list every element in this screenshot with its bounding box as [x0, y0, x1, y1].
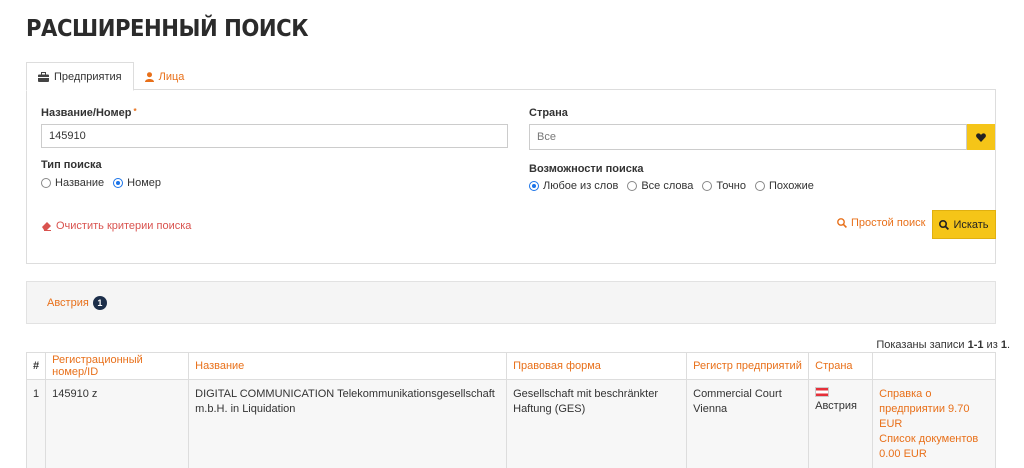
cell-country: Австрия	[808, 379, 874, 468]
column-header-reg-number[interactable]: Регистрационный номер/ID	[45, 352, 190, 380]
heart-dropdown-icon	[976, 132, 986, 142]
radio-button-selected[interactable]	[113, 178, 124, 188]
search-options-radios: Любое из слов Все слова Точно Похожие	[529, 180, 814, 192]
search-type-option-number[interactable]: Номер	[113, 177, 161, 189]
search-option-similar[interactable]: Похожие	[755, 180, 814, 192]
country-select[interactable]: Все	[529, 124, 967, 150]
column-header-name[interactable]: Название	[188, 352, 508, 380]
search-options-label: Возможности поиска	[529, 163, 644, 175]
tab-persons-label: Лица	[158, 70, 185, 83]
tab-enterprises[interactable]: Предприятия	[26, 62, 134, 91]
page-title: РАСШИРЕННЫЙ ПОИСК	[26, 16, 309, 42]
search-type-option-name[interactable]: Название	[41, 177, 104, 189]
results-count: Показаны записи 1-1 из 1.	[876, 339, 1010, 351]
search-tabs: Предприятия Лица	[26, 62, 196, 91]
column-header-registry[interactable]: Регистр предприятий	[686, 352, 810, 380]
search-option-all-words[interactable]: Все слова	[627, 180, 693, 192]
document-list-link[interactable]: Список документов 0.00 EUR	[879, 432, 989, 462]
column-header-country[interactable]: Страна	[808, 352, 874, 380]
radio-button[interactable]	[627, 181, 638, 191]
clear-criteria-link[interactable]: Очистить критерии поиска	[41, 220, 191, 232]
cell-index: 1	[25, 379, 47, 468]
table-header-row: # Регистрационный номер/ID Название Прав…	[25, 352, 996, 380]
name-number-input[interactable]: 145910	[41, 124, 508, 148]
required-mark: *	[133, 107, 137, 116]
column-header-legal-form[interactable]: Правовая форма	[506, 352, 688, 380]
search-button[interactable]: Искать	[932, 210, 996, 239]
cell-actions: Справка о предприятии 9.70 EUR Список до…	[872, 379, 996, 468]
search-panel: Название/Номер * 145910 Тип поиска Назван…	[26, 89, 996, 264]
cell-legal-form: Gesellschaft mit beschränkter Haftung (G…	[506, 379, 688, 468]
radio-button-selected[interactable]	[529, 181, 539, 191]
cell-registry: Commercial Court Vienna	[686, 379, 810, 468]
simple-search-link[interactable]: Простой поиск	[837, 217, 925, 229]
search-option-any-words[interactable]: Любое из слов	[529, 180, 618, 192]
column-header-index: #	[25, 352, 47, 380]
tab-persons[interactable]: Лица	[134, 62, 196, 91]
cell-reg-number: 145910 z	[45, 379, 190, 468]
facet-austria[interactable]: Австрия 1	[47, 296, 107, 310]
cell-name: DIGITAL COMMUNICATION Telekommunikations…	[188, 379, 508, 468]
search-type-label: Тип поиска	[41, 159, 102, 171]
company-report-link[interactable]: Справка о предприятии 9.70 EUR	[879, 387, 989, 432]
country-label: Страна	[529, 107, 568, 119]
search-icon	[939, 219, 950, 230]
name-number-label: Название/Номер *	[41, 107, 137, 119]
country-dropdown-button[interactable]	[967, 124, 995, 150]
radio-button[interactable]	[41, 178, 51, 188]
austria-flag-icon	[815, 387, 830, 397]
column-header-actions	[872, 352, 996, 380]
radio-button[interactable]	[755, 181, 765, 191]
country-facet-bar: Австрия 1	[26, 281, 996, 324]
table-row: 1 145910 z DIGITAL COMMUNICATION Telekom…	[25, 379, 996, 468]
eraser-icon	[41, 221, 52, 231]
search-option-exact[interactable]: Точно	[702, 180, 746, 192]
search-type-radios: Название Номер	[41, 177, 161, 189]
briefcase-icon	[38, 71, 49, 82]
tab-enterprises-label: Предприятия	[54, 70, 122, 83]
person-icon	[144, 71, 154, 82]
results-table: # Регистрационный номер/ID Название Прав…	[25, 352, 996, 468]
zoom-icon	[837, 218, 847, 228]
radio-button[interactable]	[702, 181, 713, 191]
facet-count-badge: 1	[92, 296, 107, 310]
